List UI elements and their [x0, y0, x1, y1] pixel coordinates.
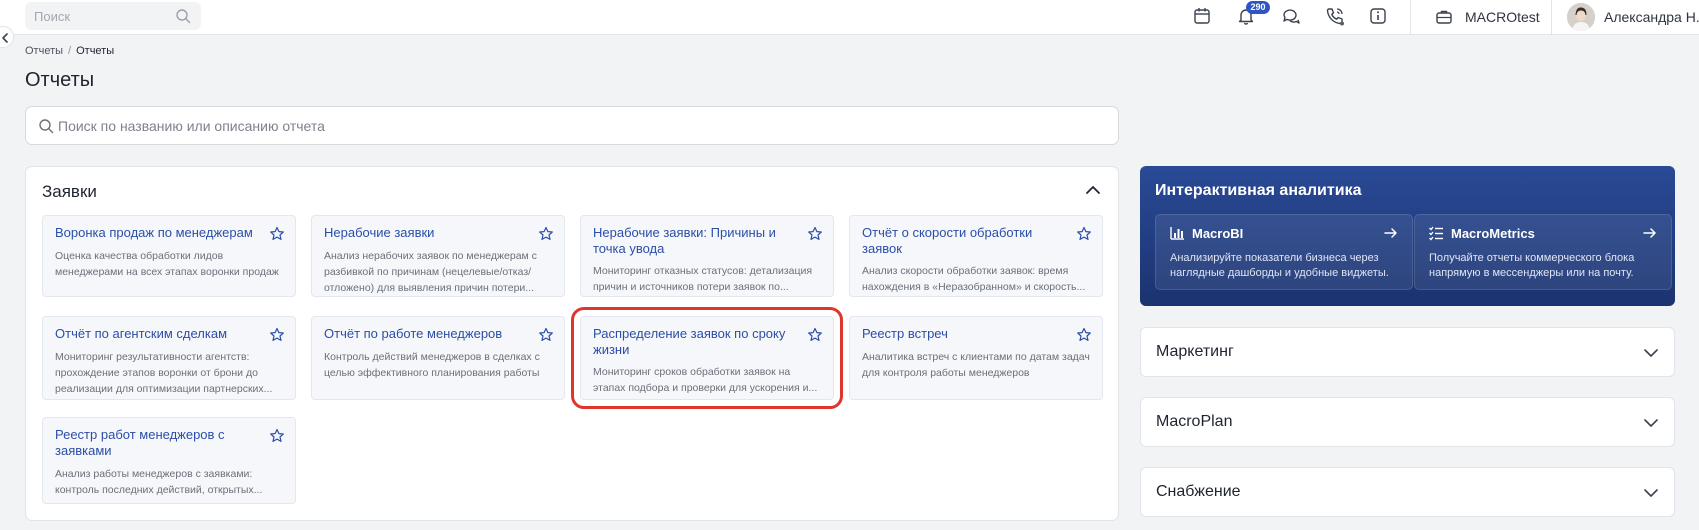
- star-icon[interactable]: [1076, 226, 1092, 242]
- interactive-analytics-panel: Интерактивная аналитика MacroBI Анализир…: [1140, 166, 1675, 306]
- briefcase-icon: [1436, 10, 1452, 24]
- section-supply[interactable]: Снабжение: [1140, 467, 1675, 517]
- arrow-right-icon[interactable]: [1642, 225, 1658, 241]
- report-card-description: Мониторинг сроков обработки заявок на эт…: [593, 366, 818, 394]
- report-card-title[interactable]: Нерабочие заявки: [324, 225, 524, 241]
- analytics-item-name[interactable]: MacroMetrics: [1451, 226, 1535, 241]
- report-card-title[interactable]: Реестр работ менеджеров с заявками: [55, 427, 255, 459]
- report-search-input[interactable]: [58, 107, 1098, 144]
- report-card-highlighted[interactable]: Распределение заявок по сроку жизни Мони…: [571, 307, 843, 409]
- star-icon[interactable]: [269, 428, 285, 444]
- report-card[interactable]: Реестр встреч Аналитика встреч с клиента…: [849, 316, 1103, 400]
- analytics-item-description: Получайте отчеты коммерческого блока нап…: [1429, 252, 1635, 279]
- phone-icon[interactable]: [1325, 6, 1345, 26]
- section-title: Снабжение: [1156, 483, 1241, 500]
- breadcrumb-root-link[interactable]: Отчеты: [25, 45, 63, 57]
- avatar[interactable]: [1567, 3, 1595, 31]
- report-card-description: Анализ нерабочих заявок по менеджерам с …: [324, 250, 537, 294]
- star-icon[interactable]: [538, 226, 554, 242]
- macrometrics-card[interactable]: MacroMetrics Получайте отчеты коммерческ…: [1414, 214, 1672, 290]
- user-name[interactable]: Александра Н.: [1604, 9, 1699, 25]
- report-card[interactable]: Нерабочие заявки: Причины и точка увода …: [580, 215, 834, 297]
- info-icon[interactable]: [1368, 6, 1388, 26]
- report-card-title[interactable]: Реестр встреч: [862, 326, 1062, 342]
- search-icon: [176, 9, 191, 24]
- star-icon[interactable]: [1076, 327, 1092, 343]
- chevron-left-icon: [2, 33, 8, 43]
- report-card-description: Контроль действий менеджеров в сделках с…: [324, 351, 540, 379]
- report-search[interactable]: [25, 106, 1119, 145]
- report-card-description: Анализ скорости обработки заявок: время …: [862, 265, 1086, 293]
- report-card-title[interactable]: Нерабочие заявки: Причины и точка увода: [593, 225, 793, 257]
- arrow-right-icon[interactable]: [1383, 225, 1399, 241]
- report-card-description: Мониторинг результативности агентств: пр…: [55, 351, 273, 395]
- breadcrumb-separator: /: [68, 45, 72, 57]
- company-name[interactable]: MACROtest: [1465, 9, 1540, 25]
- section-marketing[interactable]: Маркетинг: [1140, 327, 1675, 377]
- report-card-title[interactable]: Отчёт по работе менеджеров: [324, 326, 524, 342]
- analytics-item-description: Анализируйте показатели бизнеса через на…: [1170, 252, 1389, 279]
- search-icon: [39, 119, 54, 134]
- report-card[interactable]: Отчёт по работе менеджеров Контроль дейс…: [311, 316, 565, 400]
- report-card-title[interactable]: Воронка продаж по менеджерам: [55, 225, 255, 241]
- section-title: MacroPlan: [1156, 413, 1233, 430]
- chevron-down-icon[interactable]: [1642, 344, 1660, 362]
- report-card[interactable]: Нерабочие заявки Анализ нерабочих заявок…: [311, 215, 565, 297]
- section-macroplan[interactable]: MacroPlan: [1140, 397, 1675, 447]
- bar-chart-icon: [1170, 227, 1184, 240]
- sidebar-collapse-button[interactable]: [0, 26, 14, 48]
- calendar-icon[interactable]: [1192, 6, 1212, 26]
- chevron-down-icon[interactable]: [1642, 414, 1660, 432]
- page-title: Отчеты: [25, 69, 95, 91]
- report-card-description: Оценка качества обработки лидов менеджер…: [55, 250, 279, 278]
- report-card-description: Аналитика встреч с клиентами по датам за…: [862, 351, 1090, 379]
- global-search[interactable]: Поиск: [25, 2, 201, 30]
- notification-badge: 290: [1246, 1, 1270, 14]
- report-card-title[interactable]: Распределение заявок по сроку жизни: [593, 326, 793, 358]
- report-card[interactable]: Воронка продаж по менеджерам Оценка каче…: [42, 215, 296, 297]
- chat-icon[interactable]: [1281, 6, 1301, 26]
- macrobi-card[interactable]: MacroBI Анализируйте показатели бизнеса …: [1155, 214, 1413, 290]
- requests-panel: Заявки Воронка продаж по менеджерам Оцен…: [25, 166, 1119, 521]
- report-card-title[interactable]: Отчёт о скорости обработки заявок: [862, 225, 1062, 257]
- star-icon[interactable]: [269, 226, 285, 242]
- divider: [1410, 0, 1411, 35]
- chevron-up-icon[interactable]: [1084, 181, 1102, 199]
- breadcrumb-current: Отчеты: [76, 45, 115, 57]
- top-bar: Поиск 290 MACROtest Александра Н.: [0, 0, 1699, 35]
- global-search-placeholder: Поиск: [34, 9, 71, 24]
- section-title: Маркетинг: [1156, 343, 1234, 360]
- analytics-item-name[interactable]: MacroBI: [1192, 226, 1243, 241]
- star-icon[interactable]: [807, 327, 823, 343]
- star-icon[interactable]: [538, 327, 554, 343]
- report-card-title[interactable]: Отчёт по агентским сделкам: [55, 326, 255, 342]
- checklist-icon: [1429, 226, 1443, 241]
- report-card[interactable]: Отчёт о скорости обработки заявок Анализ…: [849, 215, 1103, 297]
- breadcrumb: Отчеты / Отчеты: [25, 45, 114, 57]
- star-icon[interactable]: [269, 327, 285, 343]
- report-card-description: Мониторинг отказных статусов: детализаци…: [593, 265, 813, 293]
- panel-title: Заявки: [42, 182, 97, 201]
- report-card-description: Анализ работы менеджеров с заявками: кон…: [55, 468, 263, 496]
- analytics-title: Интерактивная аналитика: [1155, 182, 1362, 199]
- report-card[interactable]: Реестр работ менеджеров с заявками Анали…: [42, 417, 296, 504]
- divider: [1551, 0, 1552, 35]
- user-photo-icon: [1567, 3, 1595, 31]
- report-card[interactable]: Отчёт по агентским сделкам Мониторинг ре…: [42, 316, 296, 400]
- star-icon[interactable]: [807, 226, 823, 242]
- chevron-down-icon[interactable]: [1642, 484, 1660, 502]
